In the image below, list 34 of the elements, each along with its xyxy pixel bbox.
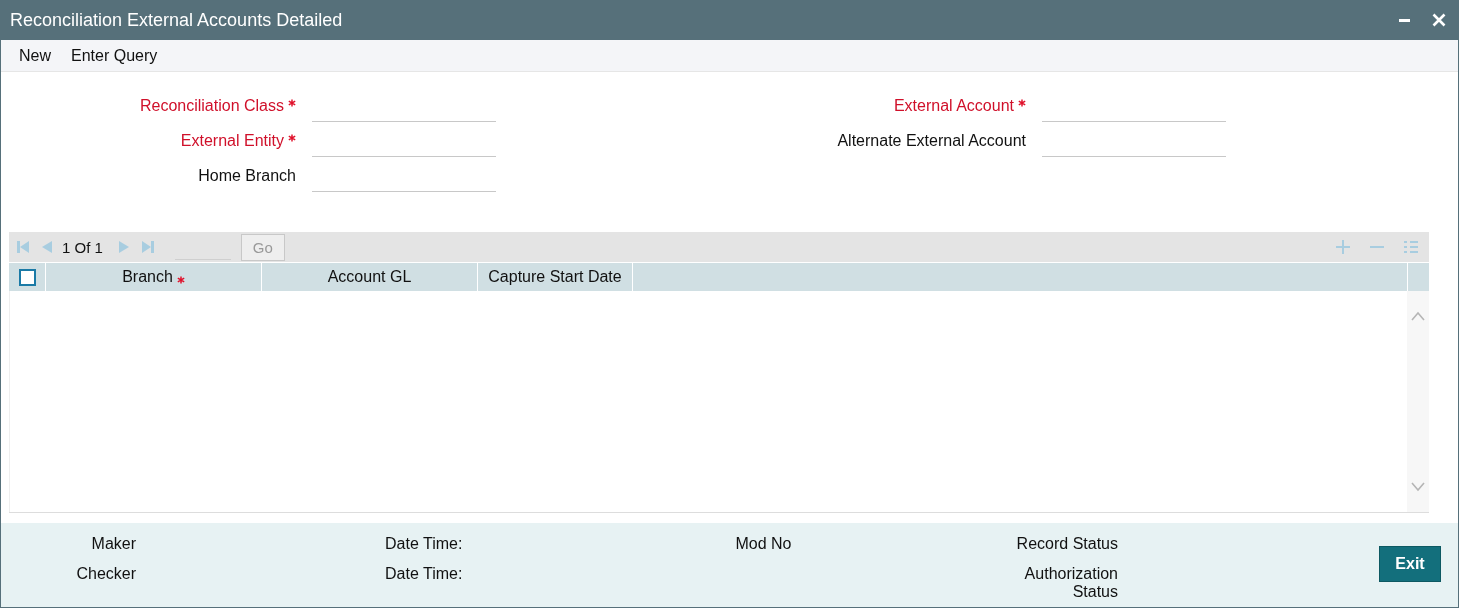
- page-indicator: 1 Of 1: [62, 238, 103, 256]
- select-all-checkbox[interactable]: [18, 268, 36, 286]
- footer-label: Checker: [76, 565, 136, 584]
- field-label: Home Branch: [198, 166, 296, 186]
- column-header: Branch: [46, 263, 262, 291]
- field-label: External Entity: [180, 131, 284, 151]
- field-label: Reconciliation Class: [139, 96, 284, 116]
- required-icon: [1018, 99, 1026, 107]
- menu-item[interactable]: New: [9, 46, 61, 65]
- first-page-icon[interactable]: [16, 240, 30, 254]
- column-header: Capture Start Date: [478, 263, 633, 291]
- exit-button[interactable]: Exit: [1379, 546, 1441, 582]
- close-icon[interactable]: [1432, 13, 1446, 27]
- required-icon: [288, 99, 296, 107]
- required-icon: [288, 134, 296, 142]
- footer-label: Record Status: [1016, 535, 1118, 554]
- column-header: Account GL: [262, 263, 478, 291]
- scroll-down-icon[interactable]: [1411, 482, 1425, 492]
- footer-label: Date Time:: [385, 565, 463, 584]
- list-icon[interactable]: [1403, 239, 1419, 255]
- footer-label: Date Time:: [385, 535, 463, 554]
- next-page-icon[interactable]: [116, 240, 131, 254]
- field-label: Alternate External Account: [837, 131, 1026, 151]
- menu-item[interactable]: Enter Query: [61, 46, 168, 65]
- window-title: Reconciliation External Accounts Detailed: [10, 9, 344, 31]
- scroll-up-icon[interactable]: [1411, 311, 1425, 321]
- last-page-icon[interactable]: [140, 240, 155, 254]
- footer-label: Authorization Status: [1024, 565, 1118, 602]
- add-row-icon[interactable]: [1335, 239, 1351, 255]
- footer-label: Maker: [91, 535, 136, 554]
- field-label: External Account: [893, 96, 1014, 116]
- required-icon: [176, 275, 185, 284]
- footer-label: Mod No: [735, 535, 792, 554]
- previous-page-icon[interactable]: [40, 240, 54, 254]
